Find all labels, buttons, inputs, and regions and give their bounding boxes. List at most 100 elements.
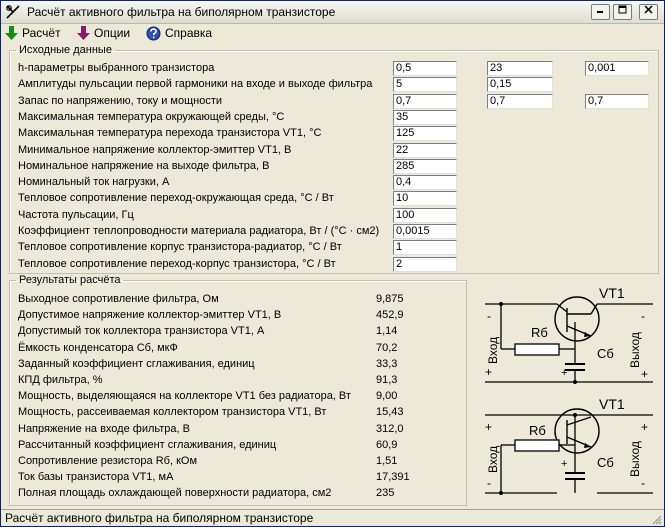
input-field[interactable]: 0,001 — [585, 61, 649, 76]
input-row-label: Коэффициент теплопроводности материала р… — [18, 225, 380, 237]
result-row: Ток базы транзистора VT1, мА 17,391 — [18, 471, 458, 486]
input-field[interactable]: 100 — [393, 207, 457, 223]
input-row: Минимальное напряжение коллектор-эмиттер… — [18, 142, 658, 158]
transistor-body — [554, 296, 600, 342]
input-row: Частота пульсации, Гц 100 — [18, 207, 658, 223]
input-row-label: Тепловое сопротивление корпус транзистор… — [18, 241, 342, 254]
result-row: Полная площадь охлаждающей поверхности р… — [18, 487, 458, 502]
title-bar[interactable]: Расчёт активного фильтра на биполярном т… — [1, 1, 664, 24]
resize-grip-icon[interactable] — [652, 515, 662, 525]
result-row: Допустимый ток коллектора транзистора VT… — [18, 325, 458, 340]
junction-dot — [499, 491, 503, 495]
capacitor-label: Сб — [597, 346, 614, 361]
input-field[interactable]: 285 — [393, 158, 457, 174]
result-value: 70,2 — [376, 341, 398, 354]
result-row: Выходное сопротивление фильтра, Ом 9,875 — [18, 293, 458, 308]
filter-schematic-2: VT1 Rб Сб Вход Выход + - + - + — [485, 396, 653, 495]
menu-help[interactable]: Справка — [146, 25, 212, 41]
results-legend: Результаты расчёта — [19, 274, 121, 286]
app-window: Расчёт активного фильтра на биполярном т… — [0, 0, 665, 527]
output-label: Выход — [628, 332, 642, 368]
close-icon — [644, 5, 653, 14]
input-field[interactable]: 35 — [393, 109, 457, 125]
minus-sign: - — [487, 309, 491, 323]
result-row: Рассчитанный коэффициент сглаживания, ед… — [18, 439, 458, 454]
transistor-leads — [556, 303, 598, 337]
result-label: Заданный коэффициент сглаживания, единиц — [18, 357, 255, 370]
input-field[interactable]: 0,15 — [487, 77, 553, 93]
result-value: 452,9 — [376, 309, 404, 322]
transistor-label: VT1 — [599, 285, 625, 301]
result-label: Выходное сопротивление фильтра, Ом — [18, 293, 219, 305]
junction-dot — [573, 413, 577, 417]
minimize-button[interactable] — [591, 4, 610, 20]
input-label: Вход — [486, 337, 500, 364]
status-text: Расчёт активного фильтра на биполярном т… — [5, 511, 314, 525]
input-field[interactable]: 10 — [393, 191, 457, 207]
input-row: h-параметры выбранного транзистора 0,5 23 0… — [18, 61, 658, 76]
input-row: Коэффициент теплопроводности материала р… — [18, 224, 658, 239]
result-row: Допустимое напряжение коллектор-эмиттер … — [18, 309, 458, 324]
close-button[interactable] — [639, 4, 658, 20]
input-field[interactable]: 1 — [393, 240, 457, 256]
result-row: Мощность, выделяющаяся на коллекторе VT1… — [18, 390, 458, 405]
minimize-icon — [597, 11, 603, 13]
input-row-label: Частота пульсации, Гц — [18, 208, 134, 221]
result-label: Напряжение на входе фильтра, В — [18, 422, 190, 435]
input-row: Номинальный ток нагрузки, А 0,4 — [18, 175, 658, 191]
input-field[interactable]: 22 — [393, 142, 457, 158]
result-value: 1,51 — [376, 455, 398, 467]
window-title: Расчёт активного фильтра на биполярном т… — [27, 5, 336, 19]
menu-calc[interactable]: Расчёт — [5, 25, 61, 41]
input-row: Тепловое сопротивление переход-корпус тр… — [18, 256, 658, 272]
input-field[interactable]: 0,7 — [585, 93, 649, 109]
input-row: Тепловое сопротивление переход-окружающа… — [18, 191, 658, 207]
result-value: 312,0 — [376, 422, 404, 435]
input-row-label: Минимальное напряжение коллектор-эмиттер… — [18, 143, 292, 156]
tool-icon — [6, 5, 20, 19]
result-value: 15,43 — [376, 406, 404, 419]
input-field[interactable]: 5 — [393, 77, 457, 93]
input-row-label: Тепловое сопротивление переход-окружающа… — [18, 192, 334, 205]
plus-sign: + — [561, 367, 567, 379]
result-value: 9,00 — [376, 390, 398, 403]
result-value: 1,14 — [376, 325, 398, 338]
result-label: КПД фильтра, % — [18, 374, 103, 386]
result-label: Сопротивление резистора Rб, кОм — [18, 455, 198, 467]
resistor-label: Rб — [531, 325, 548, 340]
input-row-label: Максимальная температура окружающей сред… — [18, 110, 285, 123]
input-field[interactable]: 0,4 — [393, 175, 457, 191]
result-label: Ток базы транзистора VT1, мА — [18, 471, 174, 484]
result-label: Мощность, выделяющаяся на коллекторе VT1… — [18, 390, 351, 403]
capacitor-plates — [565, 472, 585, 480]
result-value: 235 — [376, 487, 395, 500]
input-row-label: Номинальное напряжение на выходе фильтра… — [18, 159, 270, 172]
input-field[interactable]: 0,5 — [393, 61, 457, 76]
filter-schematic-1: VT1 Rб Сб Вход Выход + - + - + — [485, 285, 653, 384]
input-field[interactable]: 23 — [487, 61, 553, 76]
result-row: Мощность, рассеиваемая коллектором транз… — [18, 406, 458, 421]
input-row: Запас по напряжению, току и мощности 0,7 0… — [18, 93, 658, 109]
menu-options[interactable]: Опции — [77, 25, 130, 41]
arrow-down-icon — [5, 26, 18, 40]
minus-sign: - — [641, 476, 645, 490]
input-row-label: Максимальная температура перехода транзи… — [18, 127, 322, 140]
input-field[interactable]: 0,7 — [487, 93, 553, 109]
menu-calc-label: Расчёт — [22, 26, 61, 40]
transistor-label: VT1 — [599, 396, 625, 412]
input-row-label: Номинальный ток нагрузки, А — [18, 176, 170, 189]
input-field[interactable]: 125 — [393, 126, 457, 142]
output-label: Выход — [628, 441, 642, 477]
plus-sign: + — [485, 365, 492, 379]
menu-bar: Расчёт Опции Справка — [1, 23, 664, 43]
input-field[interactable]: 0,0015 — [393, 224, 457, 239]
junction-dot — [499, 302, 503, 306]
result-label: Рассчитанный коэффициент сглаживания, ед… — [18, 438, 277, 451]
minus-sign: - — [487, 476, 491, 490]
input-field[interactable]: 0,7 — [393, 93, 457, 109]
input-field[interactable]: 2 — [393, 256, 457, 272]
maximize-button[interactable] — [613, 4, 632, 20]
result-value: 17,391 — [376, 471, 410, 484]
arrow-down-icon — [77, 26, 90, 40]
result-row: КПД фильтра, % 91,3 — [18, 374, 458, 389]
